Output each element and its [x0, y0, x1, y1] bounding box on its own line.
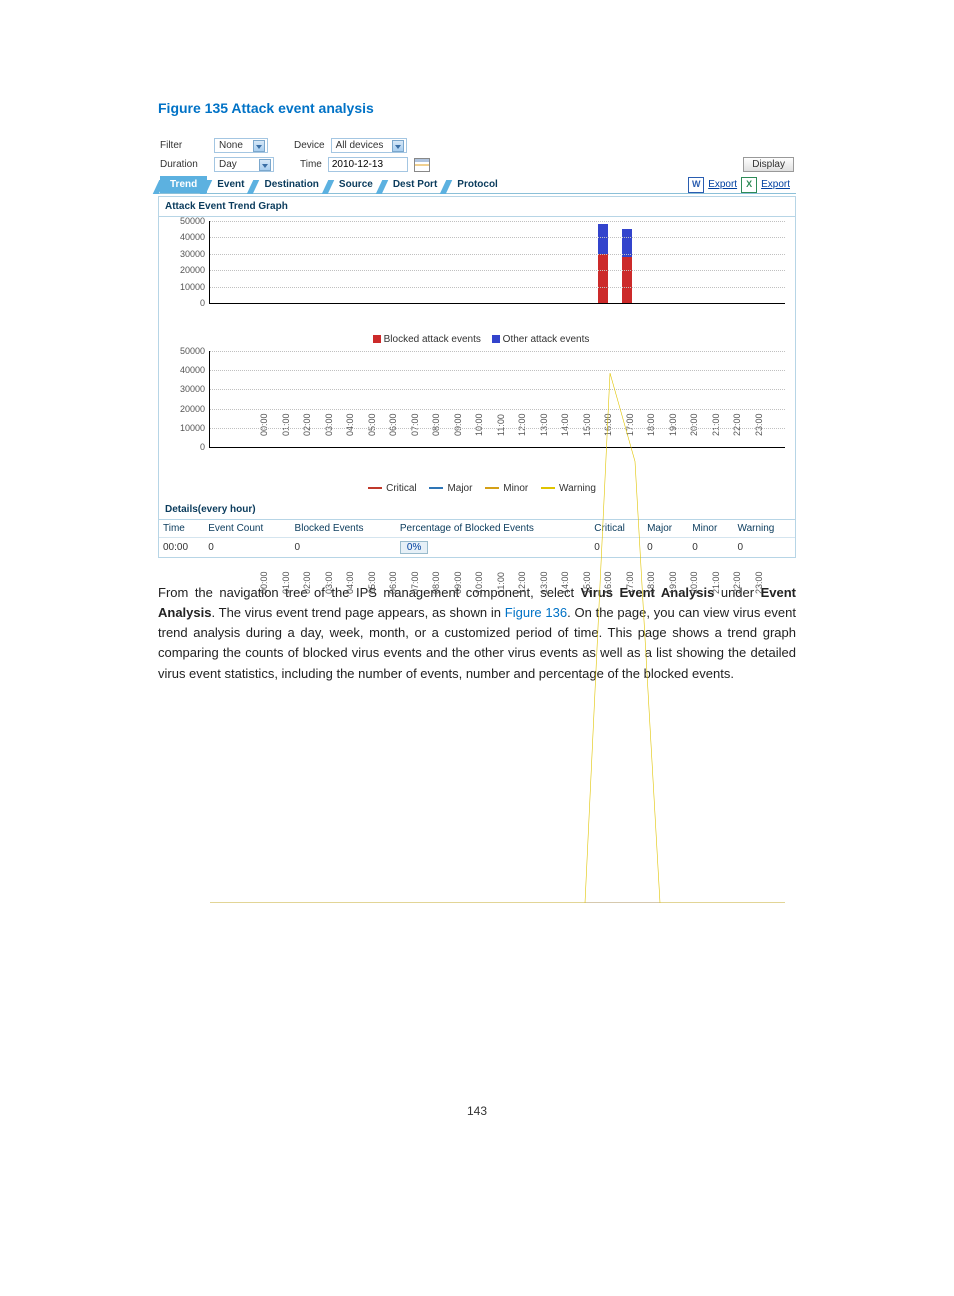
duration-label: Duration — [160, 159, 208, 170]
duration-value: Day — [219, 159, 237, 170]
display-button[interactable]: Display — [743, 157, 794, 172]
page-number: 143 — [158, 1104, 796, 1118]
figure-title: Figure 135 Attack event analysis — [158, 100, 796, 116]
cell-time: 00:00 — [159, 538, 204, 558]
tab-protocol[interactable]: Protocol — [447, 176, 508, 193]
chart-panel: Attack Event Trend Graph 010000200003000… — [158, 196, 796, 558]
calendar-icon[interactable] — [414, 158, 430, 172]
hdr-time: Time — [159, 520, 204, 538]
excel-icon: X — [741, 177, 757, 193]
bar-y-axis: 01000020000300004000050000 — [159, 217, 207, 312]
filter-value: None — [219, 140, 243, 151]
duration-select[interactable]: Day — [214, 157, 274, 172]
tab-destport[interactable]: Dest Port — [383, 176, 447, 193]
bars-layer — [210, 221, 785, 303]
word-icon: W — [688, 177, 704, 193]
device-label: Device — [294, 140, 325, 151]
panel-title: Attack Event Trend Graph — [159, 197, 795, 217]
device-value: All devices — [336, 140, 384, 151]
time-label: Time — [300, 159, 322, 170]
tab-source[interactable]: Source — [329, 176, 383, 193]
line-y-axis: 01000020000300004000050000 — [159, 351, 207, 461]
time-input[interactable] — [328, 157, 408, 172]
filter-row-1: Filter None Device All devices — [158, 136, 796, 155]
lines-svg — [210, 351, 785, 903]
device-select[interactable]: All devices — [331, 138, 407, 153]
line-chart: 01000020000300004000050000 00:0001:0002:… — [159, 351, 795, 481]
bar-plot — [209, 221, 785, 304]
export-word-link[interactable]: Export — [708, 179, 737, 190]
export-excel-link[interactable]: Export — [761, 179, 790, 190]
filter-select[interactable]: None — [214, 138, 268, 153]
filter-label: Filter — [160, 140, 208, 151]
screenshot-panel: Filter None Device All devices Duration … — [158, 136, 796, 558]
tabs-row: Trend Event Destination Source Dest Port… — [158, 176, 796, 194]
tab-destination[interactable]: Destination — [254, 176, 328, 193]
line-x-labels: 00:0001:0002:0003:0004:0005:0006:0007:00… — [259, 554, 775, 594]
line-plot — [209, 351, 785, 448]
filter-row-2: Duration Day Time Display — [158, 155, 796, 174]
bar-chart: 01000020000300004000050000 00:0001:0002:… — [159, 217, 795, 332]
